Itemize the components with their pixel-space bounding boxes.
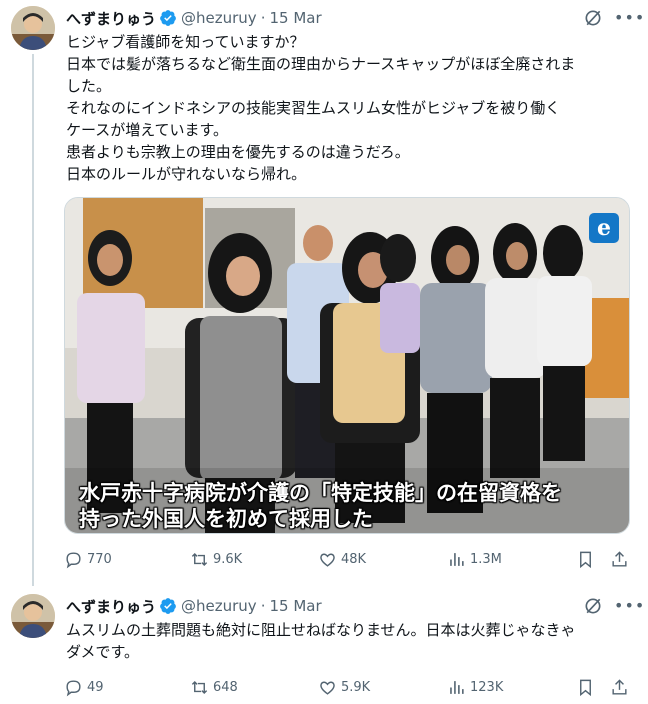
share-icon	[612, 678, 627, 695]
share-button[interactable]	[610, 549, 633, 569]
verified-badge-icon	[160, 598, 176, 614]
views-chart-icon	[450, 680, 464, 694]
tweet-video[interactable]: e 水戸赤十字病院が介護の「特定技能」の在留資格を 持った外国人を初めて採用した	[64, 197, 630, 534]
reply-count: 49	[87, 679, 104, 695]
tweet-text: ムスリムの土葬問題も絶対に阻止せねばなりません。日本は火葬じゃなきゃ ダメです。	[66, 619, 632, 663]
views-count: 123K	[470, 679, 504, 695]
tweet-text-line: した。	[66, 77, 112, 95]
reply-icon	[66, 679, 81, 696]
retweet-icon	[191, 552, 208, 566]
tweet-header: へずまりゅう @hezuruy · 15 Mar	[66, 7, 322, 29]
views-count: 1.3M	[470, 551, 502, 567]
tweet-text-line: ヒジャブ看護師を知っていますか？	[66, 33, 305, 51]
video-subtitle: 水戸赤十字病院が介護の「特定技能」の在留資格を 持った外国人を初めて採用した	[79, 480, 619, 532]
grok-icon[interactable]	[583, 596, 603, 616]
tweet-actions: 770 9.6K 48K 1.3M	[64, 549, 630, 569]
more-options-icon[interactable]: •••	[614, 596, 644, 616]
retweet-button[interactable]: 648	[190, 677, 238, 697]
bookmark-button[interactable]	[576, 549, 599, 569]
like-button[interactable]: 48K	[318, 549, 366, 569]
reply-icon	[66, 551, 81, 568]
share-icon	[612, 550, 627, 567]
separator-dot: ·	[260, 597, 266, 615]
tweet-actions: 49 648 5.9K 123K	[64, 677, 630, 697]
tweet-text-line: ムスリムの土葬問題も絶対に阻止せねばなりません。日本は火葬じゃなきゃ	[66, 621, 576, 639]
video-subtitle-line: 持った外国人を初めて採用した	[79, 507, 373, 531]
avatar[interactable]	[11, 594, 55, 638]
tweet-text-line: 日本のルールが守れないなら帰れ。	[66, 165, 307, 183]
tweet-text-line: 日本では髪が落ちるなど衛生面の理由からナースキャップがほぼ全廃されま	[66, 55, 576, 73]
tweet-text-line: ダメです。	[66, 643, 140, 661]
share-button[interactable]	[610, 677, 633, 697]
views-chart-icon	[450, 552, 464, 566]
bookmark-icon	[580, 679, 591, 696]
heart-icon	[320, 553, 335, 567]
retweet-count: 9.6K	[213, 551, 243, 567]
reply-button[interactable]: 49	[64, 677, 104, 697]
reply-count: 770	[87, 551, 112, 567]
broadcaster-logo-icon: e	[589, 213, 619, 243]
more-options-icon[interactable]: •••	[614, 8, 644, 28]
tweet-date[interactable]: 15 Mar	[269, 597, 321, 615]
author-name[interactable]: へずまりゅう	[66, 596, 156, 617]
thread-line	[32, 54, 34, 586]
like-count: 48K	[341, 551, 367, 567]
tweet-header: へずまりゅう @hezuruy · 15 Mar	[66, 595, 322, 617]
bookmark-button[interactable]	[576, 677, 599, 697]
tweet-text-line: それなのにインドネシアの技能実習生ムスリム女性がヒジャブを被り働く	[66, 99, 561, 117]
retweet-count: 648	[213, 679, 238, 695]
avatar[interactable]	[11, 6, 55, 50]
author-name[interactable]: へずまりゅう	[66, 8, 156, 29]
video-subtitle-line: 水戸赤十字病院が介護の「特定技能」の在留資格を	[79, 481, 562, 505]
views-button[interactable]: 123K	[447, 677, 503, 697]
grok-icon[interactable]	[583, 8, 603, 28]
like-count: 5.9K	[341, 679, 371, 695]
separator-dot: ·	[260, 9, 266, 27]
tweet[interactable]: へずまりゅう @hezuruy · 15 Mar ••• ムスリムの土葬問題も絶…	[0, 590, 648, 704]
tweet-text-line: 患者よりも宗教上の理由を優先するのは違うだろ。	[66, 143, 410, 161]
verified-badge-icon	[160, 10, 176, 26]
views-button[interactable]: 1.3M	[447, 549, 502, 569]
tweet-text: ヒジャブ看護師を知っていますか？ 日本では髪が落ちるなど衛生面の理由からナースキ…	[66, 31, 632, 185]
tweet-text-line: ケースが増えています。	[66, 121, 229, 139]
heart-icon	[320, 681, 335, 695]
tweet-date[interactable]: 15 Mar	[269, 9, 321, 27]
bookmark-icon	[580, 551, 591, 568]
author-handle[interactable]: @hezuruy	[181, 597, 257, 615]
tweet[interactable]: へずまりゅう @hezuruy · 15 Mar ••• ヒジャブ看護師を知って…	[0, 0, 648, 586]
like-button[interactable]: 5.9K	[318, 677, 370, 697]
reply-button[interactable]: 770	[64, 549, 112, 569]
retweet-button[interactable]: 9.6K	[190, 549, 242, 569]
retweet-icon	[191, 680, 208, 694]
author-handle[interactable]: @hezuruy	[181, 9, 257, 27]
